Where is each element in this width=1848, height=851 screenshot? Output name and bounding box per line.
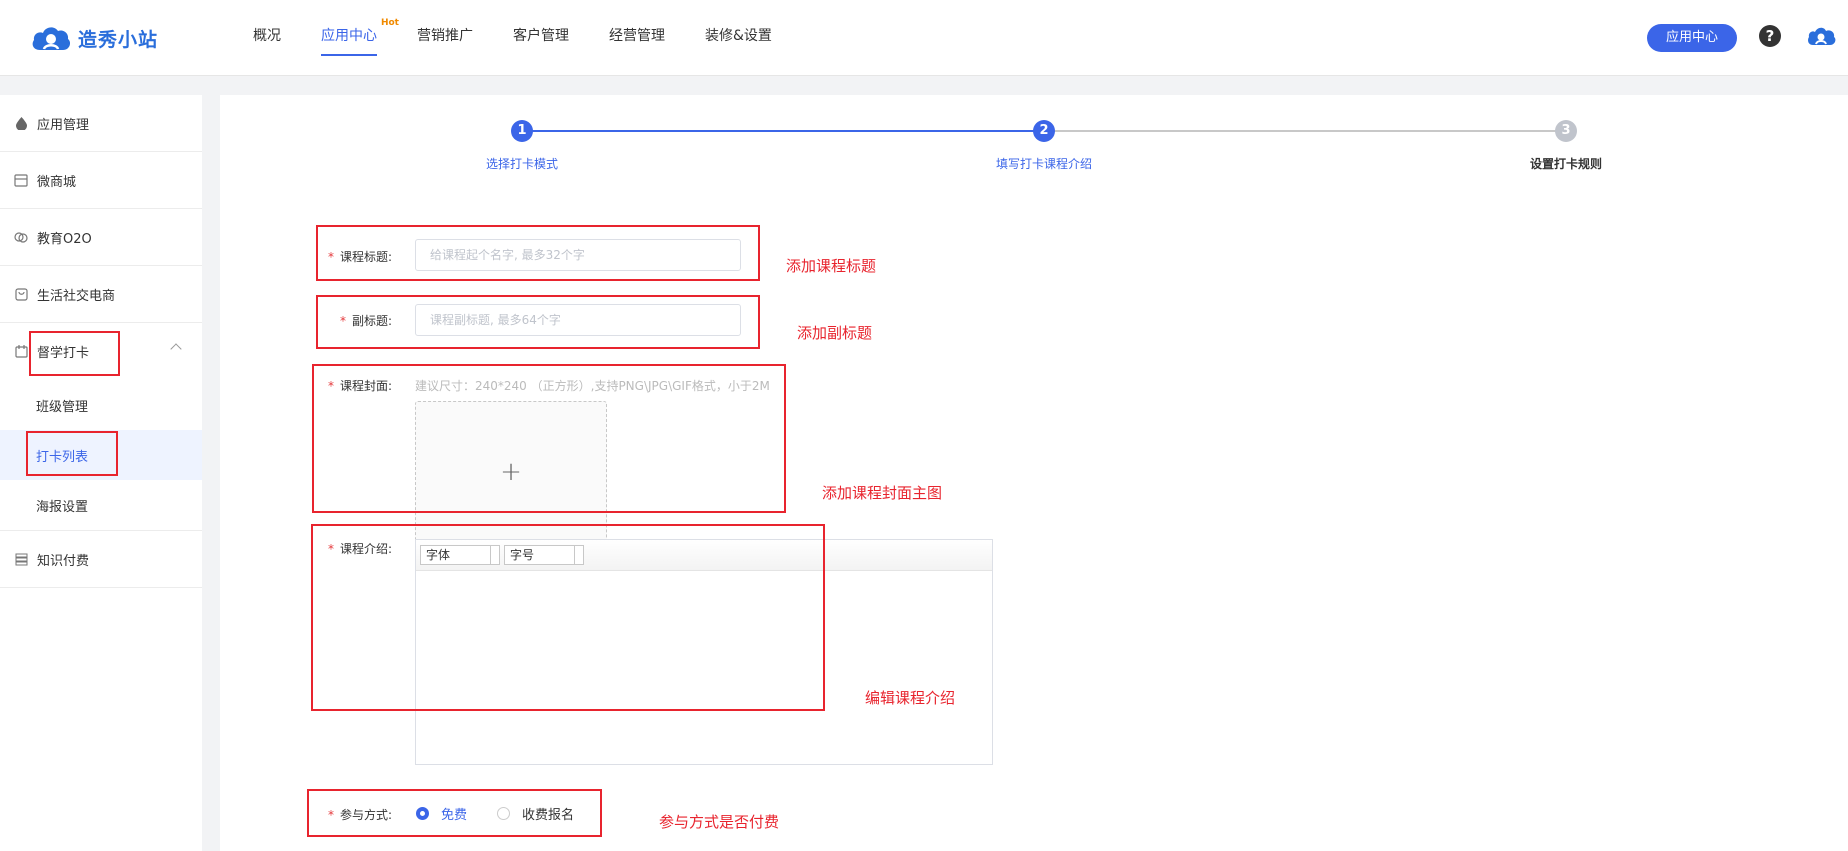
sidebar-item-education[interactable]: 教育O2O [0,209,202,266]
nav-item-overview[interactable]: 概况 [253,0,281,76]
book-icon [14,552,28,566]
nav-item-label: 应用中心 [321,28,377,44]
annotation-box-sidebar-list [26,431,118,476]
sidebar-item-label: 知识付费 [37,553,90,569]
step-3-label: 设置打卡规则 [1529,157,1603,171]
nav-item-marketing[interactable]: 营销推广 [417,0,473,76]
nav-item-settings[interactable]: 装修&设置 [705,0,772,76]
user-avatar-icon[interactable] [1806,24,1836,48]
sidebar-subitem-class-management[interactable]: 班级管理 [0,380,202,430]
step-1-dot: 1 [511,120,533,142]
sidebar-item-label: 生活社交电商 [37,288,116,304]
step-2-label: 填写打卡课程介绍 [995,157,1093,171]
annotation-subtitle: 添加副标题 [797,324,873,342]
main-nav: 概况 应用中心 Hot 营销推广 客户管理 经营管理 装修&设置 [253,0,812,76]
top-bar: 造秀小站 概况 应用中心 Hot 营销推广 客户管理 经营管理 装修&设置 应用… [0,0,1848,76]
calendar-icon [14,345,28,359]
sidebar-item-social-commerce[interactable]: 生活社交电商 [0,266,202,323]
sidebar-item-app-management[interactable]: 应用管理 [0,95,202,152]
chevron-up-icon[interactable] [170,343,182,355]
step-connector-done [522,130,1044,132]
annotation-box-intro [311,524,825,711]
edu-icon [14,230,28,244]
annotation-cover: 添加课程封面主图 [822,484,943,502]
nav-item-operations[interactable]: 经营管理 [609,0,665,76]
nav-item-app-center[interactable]: 应用中心 Hot [321,0,399,76]
logo-text: 造秀小站 [78,28,159,51]
sidebar-item-mall[interactable]: 微商城 [0,152,202,209]
gutter-top [0,76,1848,95]
step-2-dot: 2 [1033,120,1055,142]
annotation-participation: 参与方式是否付费 [659,813,780,831]
annotation-box-subtitle [316,295,760,349]
drop-icon [14,116,28,130]
app-center-button[interactable]: 应用中心 [1647,24,1737,52]
annotation-box-title [316,225,760,281]
help-icon[interactable]: ? [1759,25,1781,47]
annotation-intro: 编辑课程介绍 [865,689,956,707]
sidebar-item-paid-knowledge[interactable]: 知识付费 [0,531,202,588]
annotation-title: 添加课程标题 [786,257,877,275]
gutter [202,76,220,851]
annotation-box-sidebar-checkin [29,331,120,376]
progress-steps: 1 2 3 选择打卡模式 填写打卡课程介绍 设置打卡规则 [220,95,1848,185]
sidebar-item-label: 应用管理 [37,117,90,133]
bag-icon [14,287,28,301]
sidebar-item-label: 教育O2O [37,231,92,247]
shop-icon [14,173,28,187]
sidebar-item-label: 微商城 [37,174,77,190]
annotation-box-cover [312,364,786,513]
cloud-logo-icon [32,27,71,50]
step-connector-pending [1044,130,1566,132]
nav-item-customers[interactable]: 客户管理 [513,0,569,76]
step-1-label: 选择打卡模式 [485,157,559,171]
hot-badge: Hot [380,18,399,28]
logo[interactable]: 造秀小站 [30,22,158,54]
annotation-box-participation [307,789,602,837]
sidebar-subitem-poster-settings[interactable]: 海报设置 [0,480,202,530]
step-3-dot: 3 [1555,120,1577,142]
